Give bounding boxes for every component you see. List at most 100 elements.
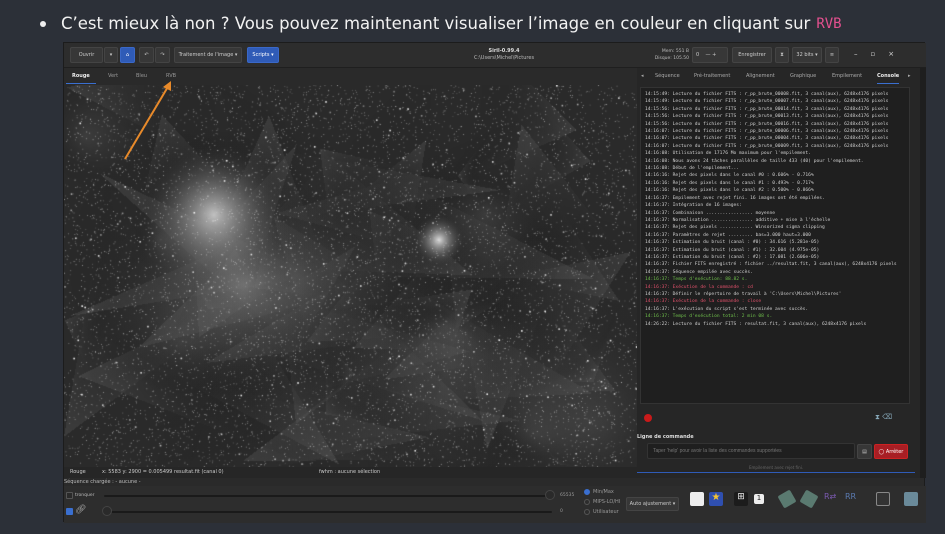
panel-scrollbar[interactable] — [920, 68, 926, 478]
spin-value: 0 — [696, 52, 700, 58]
app-title: Siril-0.99.4 — [488, 48, 520, 54]
link-icon: 🔗︎ — [75, 505, 87, 515]
command-input[interactable] — [647, 443, 855, 459]
bullet-dot — [40, 20, 46, 27]
status-fwhm: fwhm : aucune sélection — [319, 469, 381, 475]
console-log[interactable]: 14:15:49: Lecture du fichier FITS : r_pp… — [640, 87, 910, 404]
tabs-left-arrow[interactable]: ◂ — [641, 73, 644, 79]
toolbar: Ouvrir ▾ ⌂ ↶ ↷ Traitement de l'image ▾ S… — [64, 43, 926, 68]
console-line: 14:15:56: Lecture du fichier FITS : r_pp… — [645, 114, 889, 120]
min-slider-handle[interactable] — [102, 506, 112, 516]
script-icon[interactable]: ▤ — [857, 444, 872, 459]
min-value: 0 — [560, 509, 563, 514]
rvb-highlight: RVB — [816, 15, 842, 32]
bit-depth-select[interactable]: 32 bits ▾ — [792, 47, 822, 63]
grid-icon[interactable]: ⊞ — [734, 492, 748, 506]
console-line: 14:16:37: Rejet des pixels ............ … — [645, 225, 825, 231]
max-slider-handle[interactable] — [545, 490, 555, 500]
status-coords: x: 5583 y: 2900 = 0.005499 — [102, 469, 173, 475]
tab-console[interactable]: Console — [877, 73, 900, 84]
console-line: 14:15:49: Lecture du fichier FITS : r_pp… — [645, 99, 889, 105]
console-line: 14:16:37: L'exécution du script s'est te… — [645, 306, 809, 312]
console-line: 14:16:08: Début de l'empilement... — [645, 166, 740, 172]
console-line: 14:16:37: Exécution de la commande : cd — [645, 284, 753, 290]
radio-mips[interactable]: MIPS-LO/HI — [584, 499, 620, 505]
radio-minmax[interactable]: Min/Max — [584, 489, 614, 495]
radio-label: Utilisateur — [593, 509, 619, 515]
autostretch-select[interactable]: Auto ajustement ▾ — [626, 497, 679, 511]
memory-disk-info: Mem: 551 B Disque: 105.50 — [649, 48, 689, 62]
post-text: C’est mieux là non ? Vous pouvez mainten… — [61, 14, 811, 33]
console-line: 14:16:16: Rejet des pixels dans le canal… — [645, 188, 814, 194]
tab-stacking[interactable]: Empilement — [832, 73, 862, 79]
clear-log-icon[interactable]: ⧗ ⌫ — [875, 413, 892, 422]
console-line: 14:16:37: Intégration de 16 images: — [645, 203, 742, 209]
console-line: 14:16:37: Estimation du bruit (canal : #… — [645, 247, 820, 253]
tab-plot[interactable]: Graphique — [790, 73, 816, 79]
memory-usage: Mem: 551 B — [661, 49, 689, 54]
link-checkbox[interactable] — [66, 508, 73, 515]
image-stack-icon[interactable] — [904, 492, 918, 506]
console-line: 14:16:07: Lecture du fichier FITS : r_pp… — [645, 129, 889, 135]
max-value: 65535 — [560, 493, 575, 498]
min-slider[interactable] — [102, 511, 552, 513]
home-icon[interactable]: ⌂ — [120, 47, 135, 63]
negative-view-icon[interactable] — [690, 492, 704, 506]
console-line: 14:16:37: Empilement avec rejet fini. 16… — [645, 195, 825, 201]
console-line: 14:16:37: Fichier FITS enregistré : fich… — [645, 262, 897, 268]
tab-sequence[interactable]: Séquence — [655, 73, 680, 79]
siril-window: Ouvrir ▾ ⌂ ↶ ↷ Traitement de l'image ▾ S… — [63, 42, 926, 523]
console-line: 14:16:08: Nous avons 24 tâches parallèle… — [645, 158, 864, 164]
false-color-icon[interactable]: ★ — [709, 492, 723, 506]
post-bullet: C’est mieux là non ? Vous pouvez mainten… — [40, 14, 842, 33]
console-line: 14:16:37: Estimation du bruit (canal : #… — [645, 254, 820, 260]
save-button[interactable]: Enregistrer — [732, 47, 772, 63]
undo-icon[interactable]: ↶ — [139, 47, 154, 63]
console-line: 14:15:56: Lecture du fichier FITS : r_pp… — [645, 121, 889, 127]
console-line: 14:16:37: Estimation du bruit (canal : #… — [645, 240, 820, 246]
progress-bar — [637, 472, 915, 473]
console-line: 14:16:37: Exécution de la commande : clo… — [645, 299, 762, 305]
max-slider[interactable] — [104, 495, 552, 497]
disk-usage: Disque: 105.50 — [654, 56, 689, 61]
tab-rouge[interactable]: Rouge — [66, 73, 96, 84]
snapshot-icon[interactable]: ⧗ — [775, 47, 789, 63]
status-bar: Rouge x: 5583 y: 2900 = 0.005499 resulta… — [64, 467, 637, 478]
menu-icon[interactable]: ≡ — [825, 47, 839, 63]
console-line: 14:16:07: Lecture du fichier FITS : r_pp… — [645, 143, 889, 149]
console-line: 14:26:22: Lecture du fichier FITS : resu… — [645, 321, 867, 327]
console-line: 14:15:49: Lecture du fichier FITS : r_pp… — [645, 92, 889, 97]
image-processing-menu[interactable]: Traitement de l'image ▾ — [174, 47, 242, 63]
right-panel: ◂ Séquence Pré-traitement Alignement Gra… — [637, 68, 920, 478]
window-controls[interactable]: –▫× — [854, 50, 907, 58]
tab-preprocessing[interactable]: Pré-traitement — [694, 73, 730, 79]
redo-icon[interactable]: ↷ — [155, 47, 170, 63]
tabs-right-arrow[interactable]: ▸ — [908, 73, 911, 79]
stop-button[interactable]: ◯ Arrêter — [874, 444, 908, 459]
open-button[interactable]: Ouvrir — [70, 47, 103, 63]
radio-label: MIPS-LO/HI — [593, 499, 621, 505]
stop-label: Arrêter — [885, 448, 904, 455]
console-line: 14:16:37: Temps d'exécution total: 2 min… — [645, 314, 773, 320]
mirror-y-icon[interactable]: RR — [845, 492, 859, 506]
mirror-x-icon[interactable]: R⇄ — [824, 492, 838, 506]
console-line: 14:16:37: Définir le répertoire de trava… — [645, 291, 842, 297]
scripts-menu[interactable]: Scripts ▾ — [247, 47, 279, 63]
display-controls: tronquer 65535 🔗︎ 0 Min/Max MIPS-LO/HI U… — [64, 486, 926, 523]
single-view-icon[interactable]: 1 — [754, 494, 764, 504]
command-line-label: Ligne de commande — [637, 434, 694, 440]
orange-arrow-annotation — [124, 81, 171, 160]
clip-checkbox[interactable] — [66, 492, 73, 499]
panel-tabs: ◂ Séquence Pré-traitement Alignement Gra… — [637, 68, 920, 85]
open-dropdown-icon[interactable]: ▾ — [104, 47, 118, 63]
sequence-status: Séquence chargée : - aucune - — [64, 479, 141, 485]
console-line: 14:16:37: Combinaison ................. … — [645, 210, 775, 216]
histogram-icon[interactable] — [876, 492, 890, 506]
radio-user[interactable]: Utilisateur — [584, 509, 619, 515]
tab-registration[interactable]: Alignement — [746, 73, 775, 79]
working-dir: C:\Users\Michel\Pictures — [473, 55, 535, 61]
tab-vert[interactable]: Vert — [108, 73, 118, 79]
log-level-indicator — [644, 414, 652, 422]
spin-input[interactable]: 0 — + — [692, 47, 728, 63]
console-line: 14:16:37: Temps d'exécution: 88.82 s. — [645, 277, 748, 283]
